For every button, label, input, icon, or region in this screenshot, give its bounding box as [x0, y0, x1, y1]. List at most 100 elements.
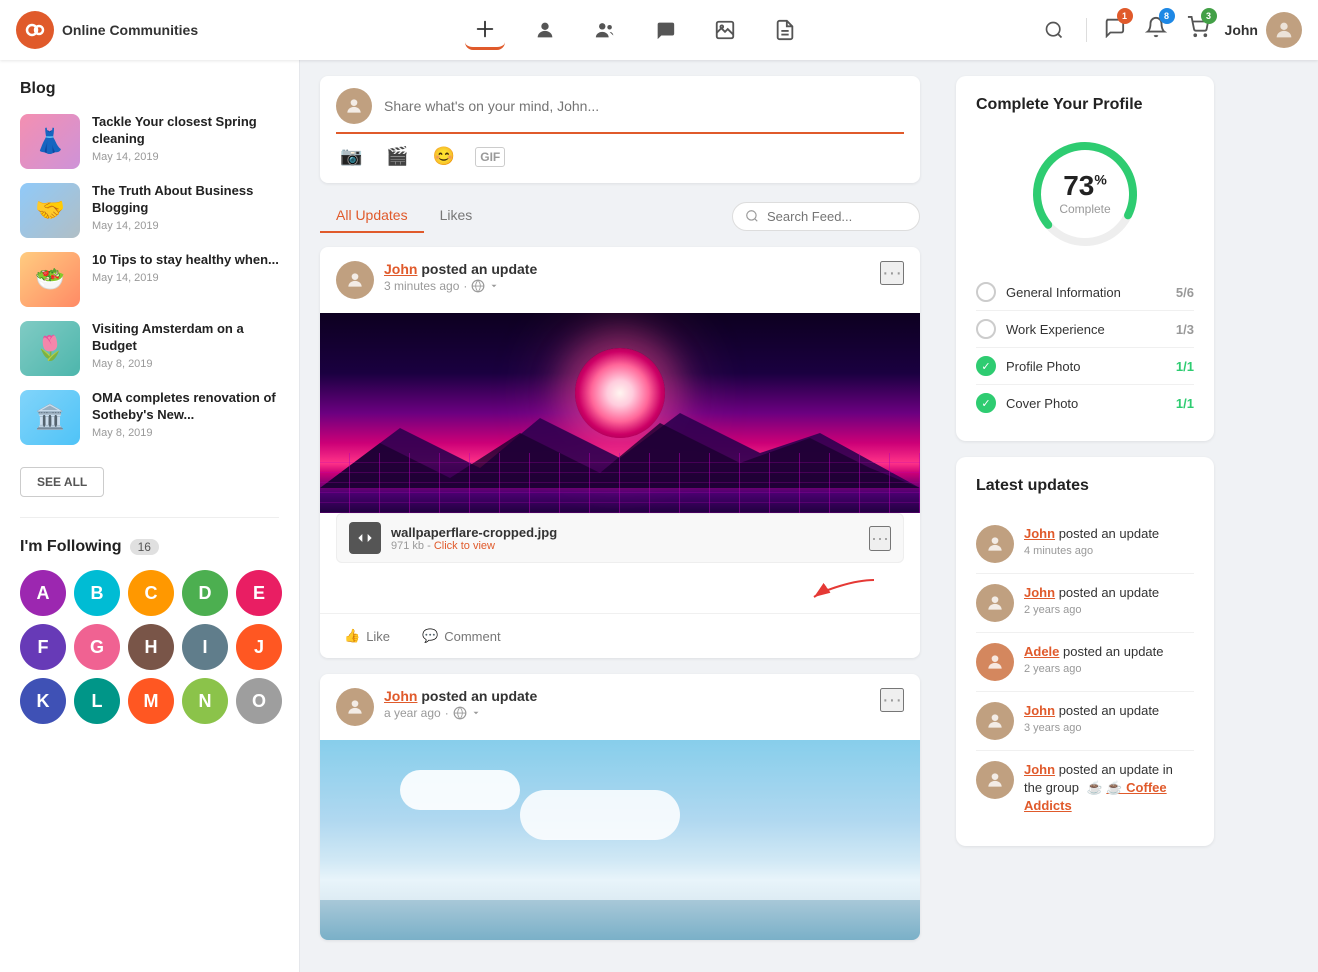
- follower-avatar[interactable]: N: [182, 678, 228, 724]
- post-author: John posted an update: [384, 261, 870, 277]
- blog-thumb-3: 🥗: [20, 252, 80, 307]
- cart-button[interactable]: 3: [1183, 12, 1213, 48]
- blog-date-3: May 14, 2019: [92, 272, 279, 284]
- follower-avatar[interactable]: K: [20, 678, 66, 724]
- attachment-name: wallpaperflare-cropped.jpg: [391, 525, 859, 540]
- follower-avatar[interactable]: J: [236, 624, 282, 670]
- post-card-2: John posted an update a year ago · ···: [320, 674, 920, 940]
- profile-item-photo[interactable]: ✓ Profile Photo 1/1: [976, 347, 1194, 384]
- follower-avatar[interactable]: B: [74, 570, 120, 616]
- water: [320, 900, 920, 940]
- profile-item-score-photo: 1/1: [1176, 359, 1194, 374]
- profile-check-photo: ✓: [976, 356, 996, 376]
- nav-people-button[interactable]: [585, 10, 625, 50]
- profile-item-label-photo: Profile Photo: [1006, 359, 1166, 374]
- profile-check-cover: ✓: [976, 393, 996, 413]
- update-desc-1: John posted an update: [1024, 525, 1194, 543]
- compose-box: 📷 🎬 😊 GIF: [320, 76, 920, 183]
- thumb-icon: 👍: [344, 628, 360, 644]
- post-actions: 👍 Like 💬 Comment: [320, 613, 920, 658]
- update-text-1: John posted an update 4 minutes ago: [1024, 525, 1194, 563]
- grid-graphic: [320, 453, 920, 513]
- post-more-button[interactable]: ···: [880, 261, 904, 285]
- profile-widget-title: Complete Your Profile: [976, 96, 1194, 114]
- nav-docs-button[interactable]: [765, 10, 805, 50]
- compose-emoji-button[interactable]: 😊: [429, 142, 459, 171]
- update-text-2: John posted an update 2 years ago: [1024, 584, 1194, 622]
- search-feed-input[interactable]: [767, 209, 907, 224]
- comment-icon: 💬: [422, 628, 438, 644]
- feed-search: [732, 202, 920, 231]
- compose-gif-button[interactable]: GIF: [475, 147, 505, 167]
- ring-label: Complete: [1059, 202, 1110, 216]
- globe-icon: [471, 279, 485, 293]
- blog-item[interactable]: 🥗 10 Tips to stay healthy when... May 14…: [20, 252, 279, 307]
- compose-video-button[interactable]: 🎬: [382, 142, 412, 171]
- update-desc-2: John posted an update: [1024, 584, 1194, 602]
- update-time-4: 3 years ago: [1024, 722, 1194, 734]
- search-button[interactable]: [1034, 10, 1074, 50]
- follower-avatar[interactable]: O: [236, 678, 282, 724]
- blog-item[interactable]: 👗 Tackle Your closest Spring cleaning Ma…: [20, 114, 279, 169]
- update-avatar-2: [976, 584, 1014, 622]
- attachment-icon: [349, 522, 381, 554]
- update-text-4: John posted an update 3 years ago: [1024, 702, 1194, 740]
- attachment-view-link[interactable]: Click to view: [434, 540, 495, 552]
- blog-date-1: May 14, 2019: [92, 151, 279, 163]
- profile-item-score-general: 5/6: [1176, 285, 1194, 300]
- blog-item[interactable]: 🤝 The Truth About Business Blogging May …: [20, 183, 279, 238]
- update-desc-3: Adele posted an update: [1024, 643, 1194, 661]
- follower-avatar[interactable]: I: [182, 624, 228, 670]
- progress-ring: 73% Complete: [976, 134, 1194, 254]
- logo-icon: [16, 11, 54, 49]
- profile-item-label-cover: Cover Photo: [1006, 396, 1166, 411]
- update-avatar-4: [976, 702, 1014, 740]
- follower-avatar[interactable]: L: [74, 678, 120, 724]
- post-header-2: John posted an update a year ago · ···: [320, 674, 920, 740]
- nav-chat-button[interactable]: [645, 10, 685, 50]
- follower-avatar[interactable]: G: [74, 624, 120, 670]
- top-navigation: Online Communities 1: [0, 0, 1318, 60]
- profile-item-general[interactable]: General Information 5/6: [976, 274, 1194, 310]
- compose-input[interactable]: [384, 98, 904, 114]
- blog-title-1: Tackle Your closest Spring cleaning: [92, 114, 279, 148]
- compose-avatar: [336, 88, 372, 124]
- blog-item[interactable]: 🌷 Visiting Amsterdam on a Budget May 8, …: [20, 321, 279, 376]
- update-item-2: John posted an update 2 years ago: [976, 574, 1194, 633]
- user-avatar-nav: [1266, 12, 1302, 48]
- follower-avatar[interactable]: F: [20, 624, 66, 670]
- profile-item-score-work: 1/3: [1176, 322, 1194, 337]
- profile-item-work[interactable]: Work Experience 1/3: [976, 310, 1194, 347]
- compose-photo-button[interactable]: 📷: [336, 142, 366, 171]
- follower-avatar[interactable]: C: [128, 570, 174, 616]
- messages-button[interactable]: 1: [1099, 12, 1129, 48]
- follower-avatar[interactable]: D: [182, 570, 228, 616]
- blog-thumb-2: 🤝: [20, 183, 80, 238]
- user-profile-nav[interactable]: John: [1225, 12, 1302, 48]
- dropdown-icon-2: [471, 708, 481, 718]
- post-time: 3 minutes ago ·: [384, 279, 870, 293]
- nav-create-button[interactable]: [465, 10, 505, 50]
- blog-item[interactable]: 🏛️ OMA completes renovation of Sotheby's…: [20, 390, 279, 445]
- update-item-4: John posted an update 3 years ago: [976, 692, 1194, 751]
- following-grid: A B C D E F G H I J K L M N O: [20, 570, 279, 724]
- like-button[interactable]: 👍 Like: [336, 624, 398, 648]
- post-more-button-2[interactable]: ···: [880, 688, 904, 712]
- nav-profile-button[interactable]: [525, 10, 565, 50]
- follower-avatar[interactable]: A: [20, 570, 66, 616]
- attachment-more-button[interactable]: ···: [869, 526, 891, 551]
- follower-avatar[interactable]: H: [128, 624, 174, 670]
- profile-item-cover[interactable]: ✓ Cover Photo 1/1: [976, 384, 1194, 421]
- right-sidebar: Complete Your Profile 73% Complete: [940, 60, 1230, 972]
- comment-button[interactable]: 💬 Comment: [414, 624, 509, 648]
- following-count: 16: [130, 539, 159, 555]
- notifications-button[interactable]: 8: [1141, 12, 1171, 48]
- tab-likes[interactable]: Likes: [424, 199, 489, 233]
- profile-completion-widget: Complete Your Profile 73% Complete: [956, 76, 1214, 441]
- tab-all-updates[interactable]: All Updates: [320, 199, 424, 233]
- follower-avatar[interactable]: M: [128, 678, 174, 724]
- see-all-button[interactable]: SEE ALL: [20, 467, 104, 497]
- follower-avatar[interactable]: E: [236, 570, 282, 616]
- post-header: John posted an update 3 minutes ago · ··…: [320, 247, 920, 313]
- nav-media-button[interactable]: [705, 10, 745, 50]
